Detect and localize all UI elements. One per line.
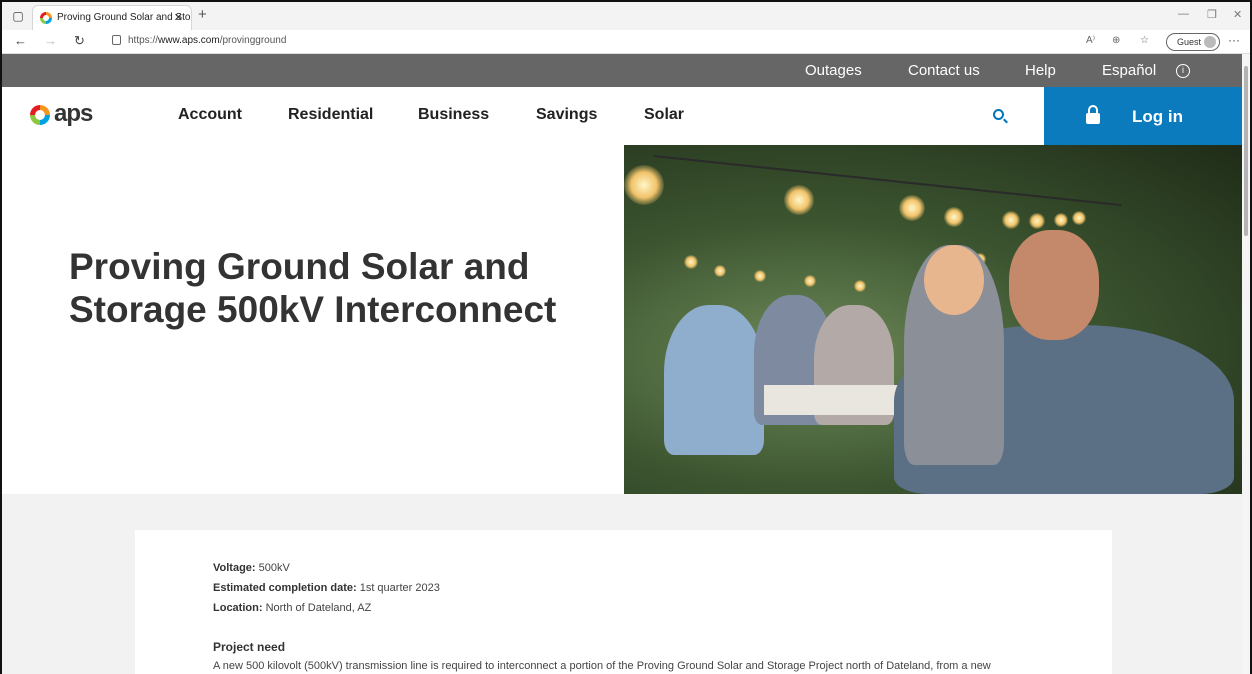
close-icon[interactable]: ✕	[174, 6, 183, 30]
string-lights	[653, 155, 1122, 207]
voltage-value: 500kV	[258, 562, 290, 574]
page-title: Proving Ground Solar and Storage 500kV I…	[69, 246, 557, 330]
window-close-icon[interactable]: ✕	[1233, 8, 1242, 21]
voltage-label: Voltage:	[213, 562, 256, 574]
contact-us-link[interactable]: Contact us	[908, 62, 980, 79]
login-button[interactable]: Log in	[1044, 87, 1242, 145]
search-icon[interactable]	[993, 109, 1004, 120]
lock-icon[interactable]	[112, 35, 121, 45]
browser-tab-bar: ▢ Proving Ground Solar and Storag ✕ + — …	[2, 2, 1250, 30]
aps-logo-text: aps	[54, 100, 93, 127]
nav-business[interactable]: Business	[418, 106, 489, 124]
nav-residential[interactable]: Residential	[288, 106, 373, 124]
padlock-icon	[1086, 105, 1100, 124]
info-icon[interactable]: i	[1176, 64, 1190, 78]
read-aloud-icon[interactable]: A⁾	[1086, 35, 1095, 46]
favorites-icon[interactable]: ☆	[1140, 35, 1149, 46]
scrollbar-thumb[interactable]	[1244, 66, 1248, 236]
project-need-text: A new 500 kilovolt (500kV) transmission …	[213, 660, 991, 672]
utility-bar: Outages Contact us Help Español i	[2, 54, 1242, 87]
help-link[interactable]: Help	[1025, 62, 1056, 79]
tab-actions-icon[interactable]: ▢	[10, 8, 26, 24]
aps-logo-mark	[30, 105, 50, 125]
completion-value: 1st quarter 2023	[359, 582, 440, 594]
back-icon[interactable]: ←	[14, 33, 27, 48]
completion-label: Estimated completion date:	[213, 582, 357, 594]
location-value: North of Dateland, AZ	[265, 602, 372, 614]
minimize-icon[interactable]: —	[1178, 8, 1189, 20]
main-nav: aps Account Residential Business Savings…	[2, 87, 1242, 145]
new-tab-icon[interactable]: +	[198, 6, 207, 23]
nav-savings[interactable]: Savings	[536, 106, 597, 124]
tab-title: Proving Ground Solar and Storag	[57, 12, 192, 23]
refresh-icon[interactable]: ↻	[74, 33, 85, 49]
espanol-link[interactable]: Español	[1102, 62, 1156, 79]
voltage-line: Voltage: 500kV	[213, 562, 290, 574]
nav-solar[interactable]: Solar	[644, 106, 684, 124]
hero-photo	[624, 145, 1242, 494]
browser-tab[interactable]: Proving Ground Solar and Storag ✕	[32, 5, 192, 30]
location-line: Location: North of Dateland, AZ	[213, 602, 371, 614]
forward-icon[interactable]: →	[44, 33, 57, 48]
hero: Proving Ground Solar and Storage 500kV I…	[2, 145, 1242, 494]
outages-link[interactable]: Outages	[805, 62, 862, 79]
url-field[interactable]: https://www.aps.com/provingground	[128, 35, 286, 46]
completion-line: Estimated completion date: 1st quarter 2…	[213, 582, 440, 594]
more-icon[interactable]: ···	[1228, 33, 1240, 47]
zoom-icon[interactable]: ⊕	[1112, 35, 1120, 46]
login-label: Log in	[1132, 107, 1183, 126]
avatar	[1204, 36, 1216, 48]
address-bar: ← → ↻ https://www.aps.com/provingground …	[2, 30, 1250, 54]
restore-icon[interactable]: ❐	[1207, 8, 1217, 21]
favicon	[40, 12, 52, 24]
nav-account[interactable]: Account	[178, 106, 242, 124]
location-label: Location:	[213, 602, 263, 614]
profile-button[interactable]: Guest	[1166, 33, 1220, 51]
project-need-heading: Project need	[213, 640, 286, 654]
